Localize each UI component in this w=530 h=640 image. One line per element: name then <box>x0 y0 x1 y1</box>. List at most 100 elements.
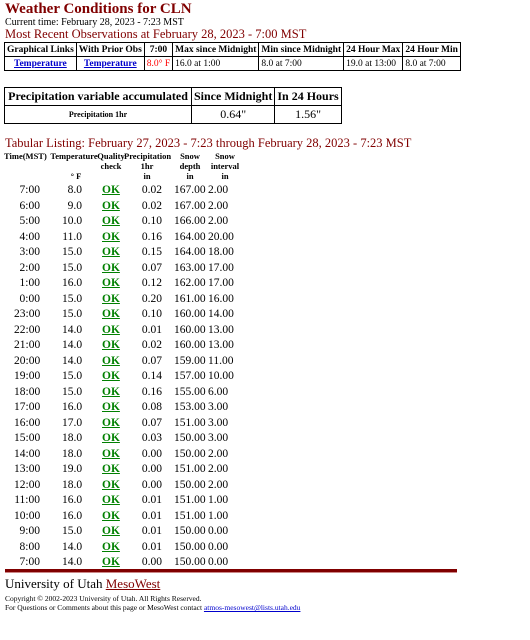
row-time: 0:00 <box>19 292 40 305</box>
footer-divider <box>5 569 457 573</box>
row-temperature: 18.0 <box>62 447 83 460</box>
row-precipitation: 0.00 <box>141 447 162 460</box>
row-snow-interval: 6.00 <box>208 385 229 398</box>
row-precipitation: 0.02 <box>141 339 162 351</box>
row-snow-depth: 150.00 <box>174 447 206 460</box>
row-time: 10:00 <box>14 509 41 522</box>
quality-check-link[interactable]: OK <box>102 246 120 258</box>
row-snow-depth: 151.00 <box>174 463 206 475</box>
quality-check-link[interactable]: OK <box>102 494 120 506</box>
quality-check-link[interactable]: OK <box>102 277 120 289</box>
quality-check-link[interactable]: OK <box>102 401 120 413</box>
row-snow-interval: 2.00 <box>208 463 229 475</box>
row-precipitation: 0.20 <box>141 292 162 305</box>
mesowest-link[interactable]: MesoWest <box>106 576 161 591</box>
row-snow-interval: 16.00 <box>208 292 234 305</box>
quality-check-link[interactable]: OK <box>102 448 120 460</box>
col-header-check: check <box>100 161 122 171</box>
row-snow-interval: 2.00 <box>208 478 229 491</box>
row-temperature: 14.0 <box>62 339 83 351</box>
row-snow-depth: 151.00 <box>174 416 206 429</box>
temperature-prior-obs-link[interactable]: Temperature <box>84 59 137 69</box>
contact-email-link[interactable]: atmos-mesowest@lists.utah.edu <box>204 603 300 612</box>
quality-check-link[interactable]: OK <box>102 262 120 274</box>
quality-check-link[interactable]: OK <box>102 417 120 429</box>
row-time: 4:00 <box>19 230 40 243</box>
row-precipitation: 0.10 <box>141 215 162 227</box>
header-current-time: 7:00 <box>143 42 174 57</box>
header-24hr-max: 24 Hour Max <box>343 42 404 57</box>
quality-check-link[interactable]: OK <box>102 370 120 382</box>
row-snow-depth: 160.00 <box>174 339 206 351</box>
header-min-since-midnight: Min since Midnight <box>258 42 345 57</box>
header-max-since-midnight: Max since Midnight <box>172 42 260 57</box>
col-header-snow-interval-unit: in <box>221 171 229 181</box>
temperature-graph-link[interactable]: Temperature <box>14 59 67 69</box>
row-temperature: 15.0 <box>62 261 83 274</box>
row-snow-interval: 2.00 <box>208 184 229 196</box>
row-time: 20:00 <box>14 354 41 367</box>
row-time: 7:00 <box>19 556 40 568</box>
recent-observations-heading: Most Recent Observations at February 28,… <box>5 27 307 41</box>
precip-variable-label: Precipitation 1hr <box>4 105 192 124</box>
quality-check-link[interactable]: OK <box>102 200 120 212</box>
quality-check-link[interactable]: OK <box>102 525 120 537</box>
row-precipitation: 0.02 <box>141 184 162 196</box>
quality-check-link[interactable]: OK <box>102 541 120 553</box>
quality-check-link[interactable]: OK <box>102 324 120 336</box>
row-snow-interval: 14.00 <box>208 308 234 320</box>
row-time: 23:00 <box>14 308 41 320</box>
row-snow-depth: 150.00 <box>174 478 206 491</box>
footer-org: University of Utah MesoWest <box>5 576 160 592</box>
header-24hr-min: 24 Hour Min <box>402 42 461 57</box>
quality-check-link[interactable]: OK <box>102 556 120 568</box>
max-since-midnight: 16.0 at 1:00 <box>172 56 260 71</box>
row-precipitation: 0.12 <box>141 277 162 289</box>
row-time: 21:00 <box>14 339 41 351</box>
quality-check-link[interactable]: OK <box>102 355 120 367</box>
row-temperature: 19.0 <box>62 463 83 475</box>
row-time: 8:00 <box>19 540 40 553</box>
row-temperature: 16.0 <box>62 277 83 289</box>
row-temperature: 14.0 <box>62 556 83 568</box>
row-temperature: 15.0 <box>62 308 83 320</box>
precipitation-table: Precipitation variable accumulated Since… <box>4 87 342 124</box>
quality-check-link[interactable]: OK <box>102 293 120 305</box>
row-snow-depth: 167.00 <box>174 199 206 212</box>
row-snow-depth: 160.00 <box>174 323 206 336</box>
row-time: 16:00 <box>14 416 41 429</box>
quality-check-link[interactable]: OK <box>102 510 120 522</box>
cell-graphical-link: Temperature <box>4 56 77 71</box>
row-temperature: 16.0 <box>62 494 83 506</box>
row-precipitation: 0.16 <box>141 385 162 398</box>
row-time: 2:00 <box>19 261 40 274</box>
precip-data-row: Precipitation 1hr 0.64" 1.56" <box>4 105 342 124</box>
row-precipitation: 0.01 <box>141 323 162 336</box>
row-time: 14:00 <box>14 447 41 460</box>
quality-check-link[interactable]: OK <box>102 308 120 320</box>
row-snow-depth: 151.00 <box>174 494 206 506</box>
row-snow-depth: 155.00 <box>174 385 206 398</box>
row-snow-interval: 20.00 <box>208 230 234 243</box>
row-snow-depth: 150.00 <box>174 525 206 537</box>
header-in-24-hours: In 24 Hours <box>274 87 342 106</box>
row-snow-interval: 3.00 <box>208 401 229 413</box>
quality-check-link[interactable]: OK <box>102 479 120 491</box>
quality-check-link[interactable]: OK <box>102 184 120 196</box>
quality-check-link[interactable]: OK <box>102 432 120 444</box>
col-header-precipitation: Precipitation <box>124 151 172 161</box>
quality-check-link[interactable]: OK <box>102 463 120 475</box>
row-snow-interval: 11.00 <box>208 354 234 367</box>
max-24-hour: 19.0 at 13:00 <box>343 56 404 71</box>
quality-check-link[interactable]: OK <box>102 231 120 243</box>
row-precipitation: 0.14 <box>141 370 162 382</box>
quality-check-link[interactable]: OK <box>102 386 120 398</box>
quality-check-link[interactable]: OK <box>102 215 120 227</box>
row-snow-depth: 153.00 <box>174 401 206 413</box>
precip-header-row: Precipitation variable accumulated Since… <box>4 87 342 106</box>
row-precipitation: 0.07 <box>141 354 162 367</box>
quality-check-link[interactable]: OK <box>102 339 120 351</box>
col-header-temperature: Temperature <box>50 151 98 161</box>
page: Weather Conditions for CLN Current time:… <box>0 0 530 640</box>
row-snow-depth: 150.00 <box>174 432 206 444</box>
